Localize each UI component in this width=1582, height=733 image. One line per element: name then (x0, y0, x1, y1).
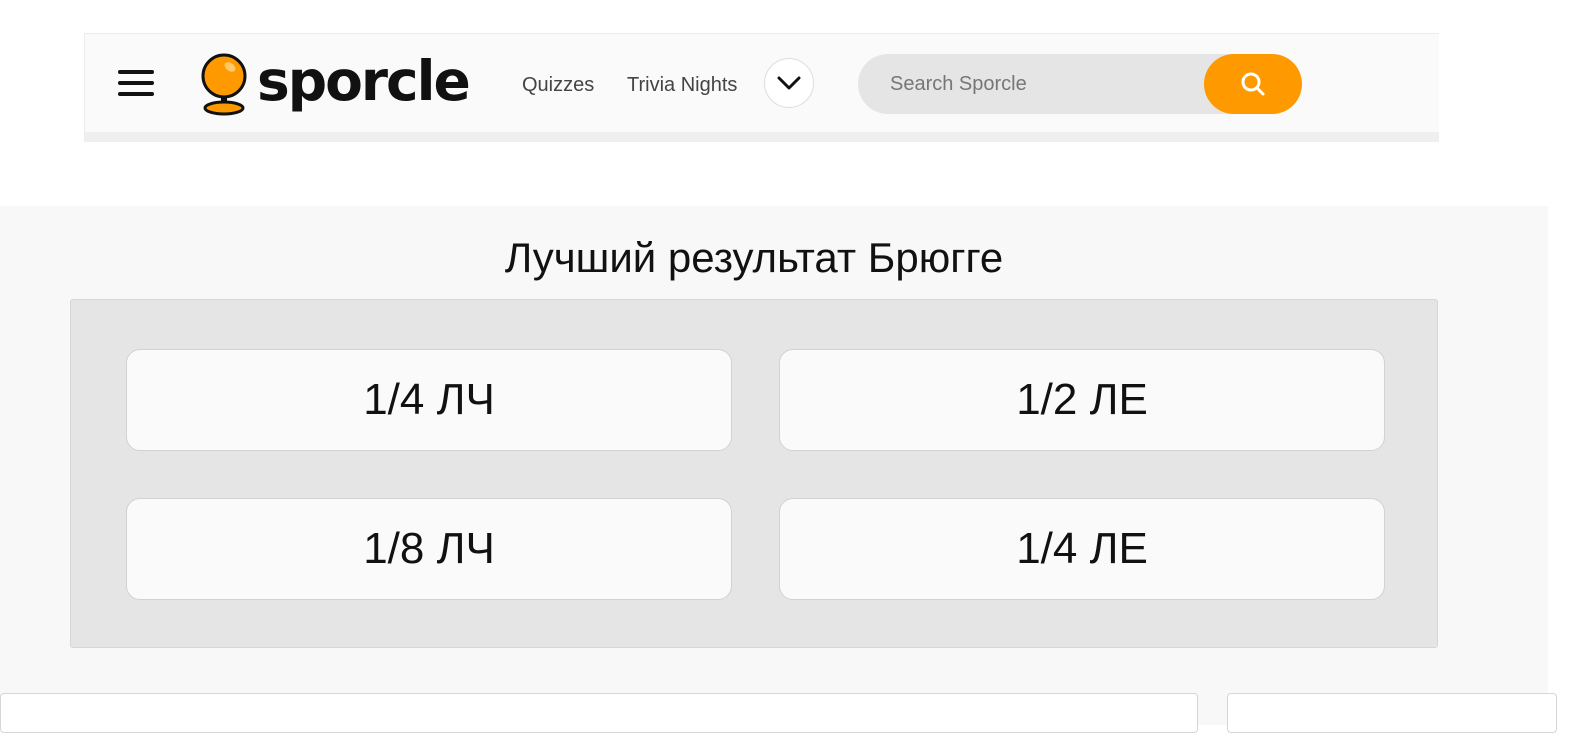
site-header: sporcle Quizzes Trivia Nights (84, 33, 1439, 142)
hamburger-menu-icon[interactable] (118, 70, 154, 98)
search-icon (1241, 72, 1265, 96)
answer-choice[interactable]: 1/8 ЛЧ (126, 498, 732, 600)
answer-choice[interactable]: 1/2 ЛЕ (779, 349, 1385, 451)
answer-panel: 1/4 ЛЧ 1/2 ЛЕ 1/8 ЛЧ 1/4 ЛЕ (70, 299, 1438, 648)
globe-logo-icon (201, 53, 247, 116)
answer-choice[interactable]: 1/4 ЛЧ (126, 349, 732, 451)
answer-choice[interactable]: 1/4 ЛЕ (779, 498, 1385, 600)
nav-trivia-nights-link[interactable]: Trivia Nights (627, 73, 737, 97)
logo-wordmark: sporcle (257, 48, 471, 113)
sporcle-logo[interactable]: sporcle (199, 48, 471, 118)
content-card-left (0, 693, 1198, 733)
search-input[interactable] (888, 54, 1198, 114)
quiz-area: Лучший результат Брюгге 1/4 ЛЧ 1/2 ЛЕ 1/… (0, 206, 1548, 725)
nav-quizzes-link[interactable]: Quizzes (522, 73, 594, 97)
quiz-title: Лучший результат Брюгге (504, 234, 1004, 281)
content-card-right (1227, 693, 1557, 733)
header-bottom-strip (85, 132, 1439, 142)
chevron-down-icon (777, 76, 801, 90)
nav-more-button[interactable] (764, 58, 814, 108)
search-button[interactable] (1204, 54, 1302, 114)
search-bar (858, 54, 1302, 114)
